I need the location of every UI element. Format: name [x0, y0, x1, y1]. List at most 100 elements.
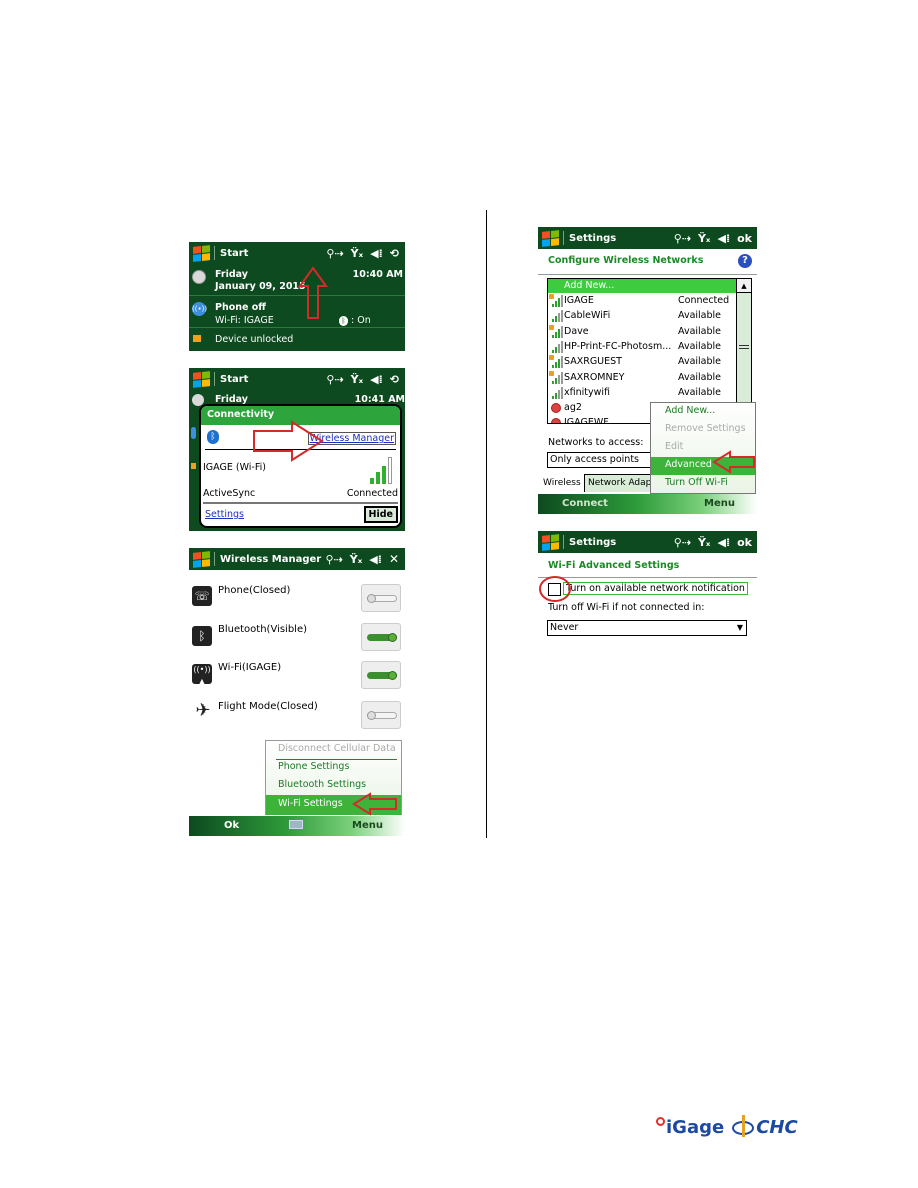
bluetooth-icon[interactable]: ᛒ — [207, 430, 219, 444]
windows-start-icon[interactable] — [542, 229, 559, 247]
activesync-icon[interactable]: ⟲ — [390, 247, 399, 260]
close-icon[interactable]: ✕ — [389, 552, 399, 566]
menu-softkey[interactable]: Menu — [704, 498, 735, 509]
secured-signal-icon — [549, 294, 563, 308]
signal-icon — [549, 309, 563, 323]
ok-softkey[interactable]: Ok — [224, 820, 239, 831]
menu-item-phone-settings[interactable]: Phone Settings — [278, 761, 349, 772]
tab-network-adapters[interactable]: Network Adapt — [584, 474, 656, 492]
page-heading: Configure Wireless Networks — [548, 255, 704, 266]
start-label[interactable]: Start — [220, 248, 248, 259]
windows-start-icon[interactable] — [193, 550, 210, 568]
airplane-icon: ✈ — [195, 700, 211, 721]
chc-logo: CHC — [732, 1114, 798, 1138]
date-row[interactable]: Friday January 09, 2015 10:40 AM — [189, 266, 405, 296]
phone-toggle[interactable] — [361, 584, 401, 612]
flight-mode-toggle[interactable] — [361, 701, 401, 729]
screen-title: Wireless Manager — [220, 553, 322, 565]
menu-item-turn-off-wifi[interactable]: Turn Off Wi-Fi — [665, 477, 728, 488]
red-circle-highlight — [539, 576, 571, 602]
menu-item-bluetooth-settings[interactable]: Bluetooth Settings — [278, 779, 366, 790]
connectivity-icon[interactable]: ⚲⇢ — [326, 247, 343, 260]
network-name: ag2 — [564, 402, 582, 414]
windows-start-icon[interactable] — [193, 244, 210, 262]
connectivity-icon[interactable]: ⚲⇢ — [326, 553, 343, 566]
scroll-up-button[interactable]: ▲ — [737, 279, 751, 293]
ok-button[interactable]: ok — [737, 536, 752, 549]
dropdown-arrow-icon[interactable]: ▼ — [737, 623, 743, 632]
volume-icon[interactable]: ◀⁞ — [717, 536, 730, 549]
secured-signal-icon — [549, 355, 563, 369]
wifi-connection-label[interactable]: IGAGE (Wi-Fi) — [203, 462, 266, 473]
wireless-row-wifi[interactable]: ((•)) ▲ Wi-Fi(IGAGE) — [189, 658, 405, 690]
network-row[interactable]: xfinitywifi Available — [548, 386, 737, 401]
wifi-menu: Add New... Remove Settings Edit Advanced… — [650, 402, 756, 494]
settings-link[interactable]: Settings — [205, 509, 244, 520]
volume-icon[interactable]: ◀⁞ — [717, 232, 730, 245]
wireless-row-phone[interactable]: ☏ Phone(Closed) — [189, 580, 405, 612]
bluetooth-toggle[interactable] — [361, 623, 401, 651]
menu-softkey[interactable]: Menu — [352, 820, 383, 831]
windows-start-icon[interactable] — [542, 533, 559, 551]
signal-off-icon[interactable]: Ÿₓ — [351, 247, 364, 260]
signal-off-icon[interactable]: Ÿₓ — [698, 232, 711, 245]
signal-off-icon[interactable]: Ÿₓ — [351, 373, 364, 386]
ok-button[interactable]: ok — [737, 232, 752, 245]
notification-checkbox-label[interactable]: Turn on available network notification — [563, 582, 748, 595]
turn-off-wifi-select[interactable]: Never ▼ — [547, 620, 747, 636]
title-bar: Settings ⚲⇢ Ÿₓ ◀⁞ ok — [538, 227, 757, 249]
red-arrow-left — [712, 450, 755, 474]
volume-icon[interactable]: ◀⁞ — [369, 553, 382, 566]
network-row[interactable]: IGAGE Connected — [548, 294, 737, 309]
wireless-row-label: Bluetooth(Visible) — [218, 624, 308, 635]
wifi-icon: ((•)) ▲ — [192, 664, 212, 686]
volume-icon[interactable]: ◀⁞ — [370, 247, 383, 260]
connectivity-icon[interactable]: ⚲⇢ — [674, 536, 691, 549]
network-row[interactable]: SAXRGUEST Available — [548, 355, 737, 370]
unavailable-network-icon — [551, 418, 561, 423]
keyboard-icon[interactable] — [289, 820, 303, 829]
network-name: IGAGEWF — [564, 417, 609, 424]
wireless-row-label: Flight Mode(Closed) — [218, 701, 318, 712]
wireless-row-flight-mode[interactable]: ✈ Flight Mode(Closed) — [189, 696, 405, 729]
network-row[interactable]: Dave Available — [548, 324, 737, 340]
phone-row[interactable]: ((•)) Phone off Wi-Fi: IGAGE ᛒ : On — [189, 298, 405, 328]
add-new-network-row[interactable]: Add New... — [548, 279, 737, 293]
menu-item-edit: Edit — [665, 441, 684, 452]
wifi-toggle[interactable] — [361, 661, 401, 689]
signal-off-icon[interactable]: Ÿₓ — [698, 536, 711, 549]
tab-wireless[interactable]: Wireless — [540, 476, 584, 492]
lock-row[interactable]: Device unlocked — [189, 330, 405, 350]
footer-logos: iGage CHC — [656, 1114, 798, 1138]
wireless-icon — [191, 427, 196, 439]
connectivity-icon[interactable]: ⚲⇢ — [674, 232, 691, 245]
connect-softkey[interactable]: Connect — [562, 498, 608, 509]
start-label[interactable]: Start — [220, 374, 248, 385]
signal-icon — [549, 386, 563, 400]
networks-to-access-select[interactable]: Only access points — [547, 452, 657, 468]
softkey-bar: Ok Menu — [189, 816, 405, 836]
scroll-thumb[interactable] — [739, 345, 749, 349]
hide-button[interactable]: Hide — [363, 506, 398, 523]
activesync-icon[interactable]: ⟲ — [390, 373, 399, 386]
network-name: SAXROMNEY — [564, 371, 625, 383]
network-name: HP-Print-FC-Photosm... — [564, 340, 672, 352]
activesync-label[interactable]: ActiveSync — [203, 488, 255, 499]
red-arrow-up — [298, 266, 328, 319]
time-label: 10:40 AM — [352, 269, 403, 280]
menu-item-add-new[interactable]: Add New... — [665, 405, 715, 416]
signal-icon — [549, 340, 563, 354]
bluetooth-status: : On — [351, 315, 371, 326]
wireless-row-bluetooth[interactable]: ᛒ Bluetooth(Visible) — [189, 620, 405, 652]
windows-start-icon[interactable] — [193, 370, 210, 388]
help-icon[interactable]: ? — [738, 254, 752, 268]
signal-off-icon[interactable]: Ÿₓ — [350, 553, 363, 566]
network-row[interactable]: CableWiFi Available — [548, 309, 737, 324]
network-row[interactable]: SAXROMNEY Available — [548, 370, 737, 386]
connectivity-icon[interactable]: ⚲⇢ — [326, 373, 343, 386]
volume-icon[interactable]: ◀⁞ — [370, 373, 383, 386]
network-name: Dave — [564, 325, 589, 337]
network-row[interactable]: HP-Print-FC-Photosm... Available — [548, 340, 737, 355]
date-label: January 09, 2015 — [215, 281, 306, 292]
activesync-status: Connected — [346, 488, 398, 499]
